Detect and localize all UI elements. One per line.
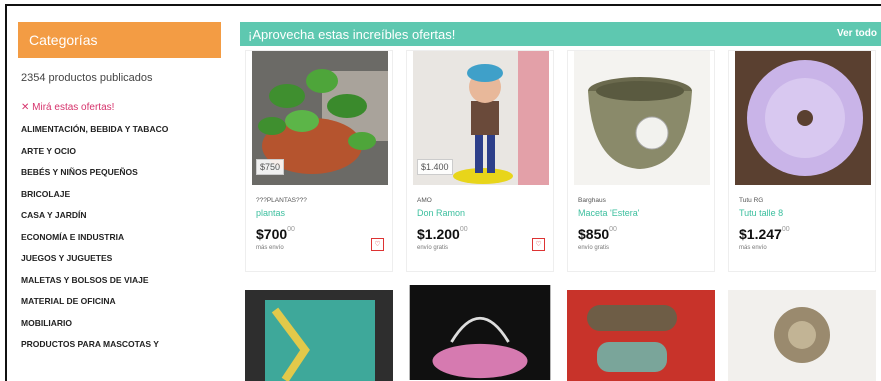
product-card[interactable]: Barghaus Maceta 'Estera' $85000 envío gr… bbox=[567, 50, 715, 272]
category-item[interactable]: JUEGOS Y JUGUETES bbox=[21, 252, 221, 274]
category-item[interactable]: ALIMENTACIÓN, BEBIDA Y TABACO bbox=[21, 123, 221, 145]
price-cents: 00 bbox=[781, 226, 790, 233]
offers-banner: ¡Aprovecha estas increíbles ofertas! Ver… bbox=[240, 22, 881, 46]
category-sidebar: Categorías 2354 productos publicados ✕ M… bbox=[18, 22, 221, 360]
product-name[interactable]: Maceta 'Estera' bbox=[578, 208, 639, 218]
seller-name: Tutu RG bbox=[739, 197, 764, 204]
heart-outline-icon[interactable]: ♡ bbox=[532, 238, 545, 251]
category-item[interactable]: CASA Y JARDÍN bbox=[21, 209, 221, 231]
product-name[interactable]: Tutu talle 8 bbox=[739, 208, 783, 218]
seller-name: AMO bbox=[417, 197, 432, 204]
price-cents: 00 bbox=[609, 226, 617, 233]
category-item[interactable]: ARTE Y OCIO bbox=[21, 145, 221, 167]
category-list: ALIMENTACIÓN, BEBIDA Y TABACO ARTE Y OCI… bbox=[18, 123, 221, 360]
price-cents: 00 bbox=[459, 226, 468, 233]
product-card[interactable]: $1.400 AMO Don Ramon $1.20000 envío grat… bbox=[406, 50, 554, 272]
shipping-info: más envío bbox=[739, 245, 767, 251]
seller-name: ???PLANTAS??? bbox=[256, 197, 307, 204]
product-price: $1.24700 bbox=[739, 226, 790, 242]
product-name[interactable]: plantas bbox=[256, 208, 285, 218]
product-image[interactable] bbox=[728, 290, 876, 381]
seller-name: Barghaus bbox=[578, 197, 606, 204]
category-item[interactable]: MATERIAL DE OFICINA bbox=[21, 295, 221, 317]
product-image[interactable] bbox=[735, 51, 871, 185]
shipping-info: envío gratis bbox=[417, 245, 449, 251]
shipping-info: más envío bbox=[256, 245, 284, 251]
product-image[interactable] bbox=[567, 290, 715, 381]
product-image[interactable]: $750 bbox=[252, 51, 388, 185]
original-price-tag: $750 bbox=[256, 159, 285, 175]
tutu-image bbox=[735, 51, 871, 185]
product-image[interactable] bbox=[245, 290, 393, 381]
product-image[interactable] bbox=[406, 285, 554, 380]
ornament-image bbox=[728, 290, 876, 381]
products-count: 2354 productos publicados bbox=[21, 72, 153, 84]
heart-outline-icon[interactable]: ♡ bbox=[371, 238, 384, 251]
category-item[interactable]: PRODUCTOS PARA MASCOTAS Y bbox=[21, 338, 221, 360]
category-item[interactable]: ECONOMÍA E INDUSTRIA bbox=[21, 231, 221, 253]
offers-banner-title: ¡Aprovecha estas increíbles ofertas! bbox=[248, 27, 456, 42]
category-item[interactable]: BEBÉS Y NIÑOS PEQUEÑOS bbox=[21, 166, 221, 188]
bottles-image bbox=[567, 290, 715, 381]
categories-header: Categorías bbox=[18, 22, 221, 58]
tiara-image bbox=[409, 285, 551, 380]
product-card[interactable]: $750 ???PLANTAS??? plantas $70000 más en… bbox=[245, 50, 393, 272]
bag-image bbox=[245, 290, 393, 381]
product-card[interactable]: Tutu RG Tutu talle 8 $1.24700 más envío bbox=[728, 50, 876, 272]
product-price: $70000 bbox=[256, 226, 295, 242]
product-price: $1.20000 bbox=[417, 226, 468, 242]
product-image[interactable]: $1.400 bbox=[413, 51, 549, 185]
original-price-tag: $1.400 bbox=[417, 159, 453, 175]
product-image[interactable] bbox=[574, 51, 710, 185]
shipping-info: envío gratis bbox=[578, 245, 610, 251]
product-price: $85000 bbox=[578, 226, 617, 242]
category-item[interactable]: BRICOLAJE bbox=[21, 188, 221, 210]
planter-image bbox=[574, 51, 710, 185]
see-all-link[interactable]: Ver todo bbox=[837, 28, 877, 39]
category-item[interactable]: MALETAS Y BOLSOS DE VIAJE bbox=[21, 274, 221, 296]
category-item[interactable]: MOBILIARIO bbox=[21, 317, 221, 339]
offers-link[interactable]: ✕ Mirá estas ofertas! bbox=[18, 102, 221, 113]
product-name[interactable]: Don Ramon bbox=[417, 208, 465, 218]
price-cents: 00 bbox=[287, 226, 295, 233]
